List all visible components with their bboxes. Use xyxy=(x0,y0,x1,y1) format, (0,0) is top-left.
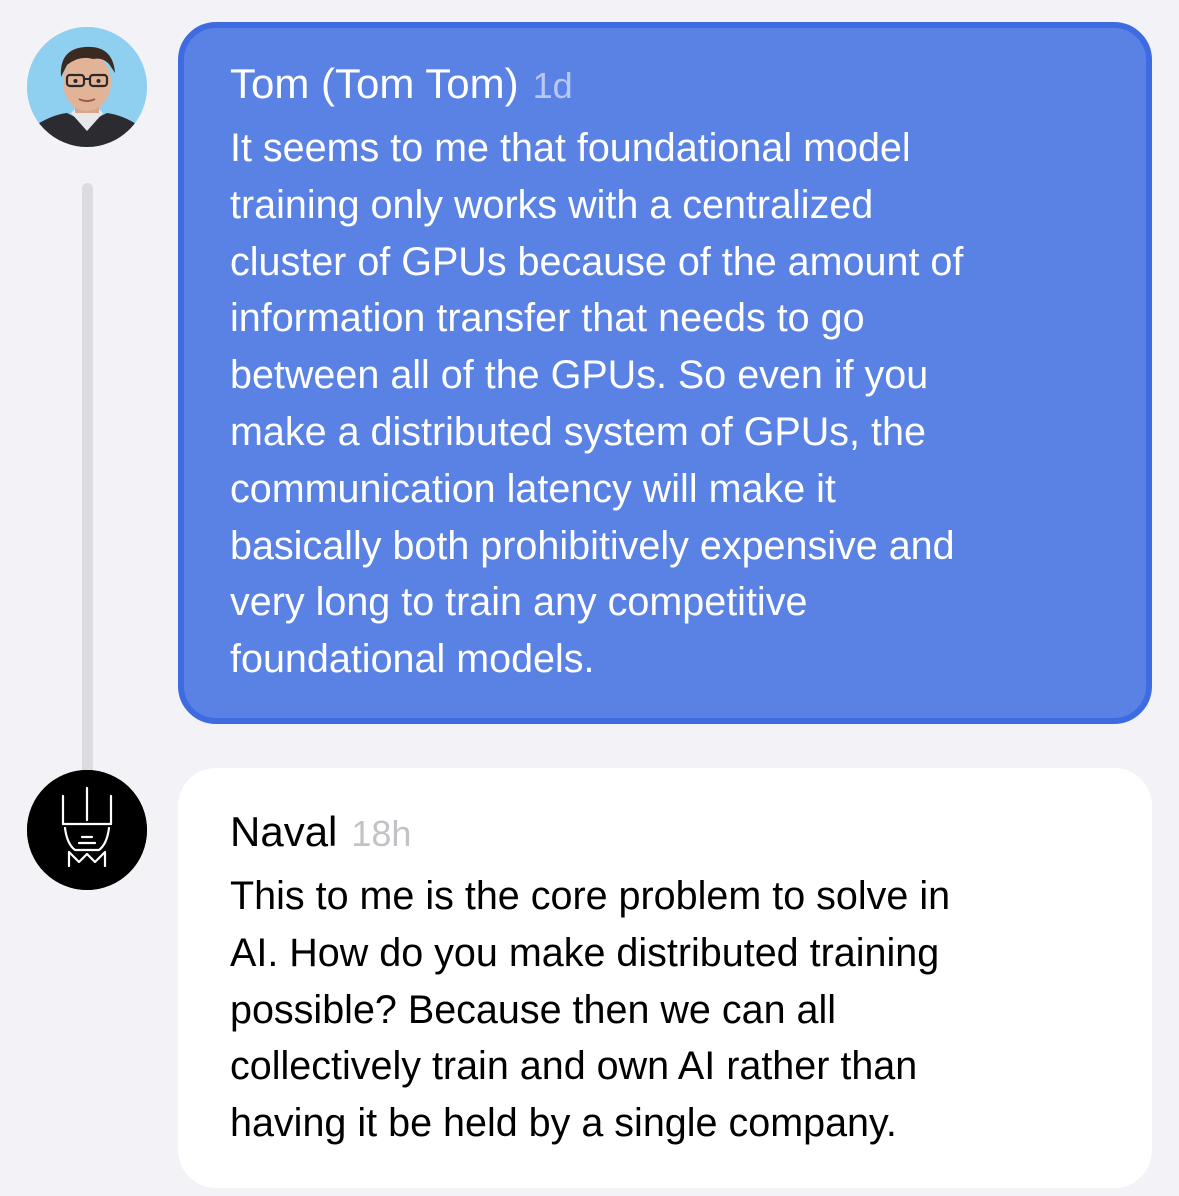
message-line: This to me is the core problem to solve … xyxy=(230,874,951,918)
message-line: make a distributed system of GPUs, the xyxy=(230,409,926,454)
message-line: It seems to me that foundational model xyxy=(230,126,911,170)
message-text: It seems to me that foundational model t… xyxy=(230,120,1106,688)
message-line: very long to train any competitive xyxy=(230,580,808,625)
message-bubble-tom[interactable]: Tom (Tom Tom) 1d It seems to me that fou… xyxy=(178,22,1152,724)
message-line: communication latency will make it xyxy=(230,466,836,511)
timestamp: 18h xyxy=(351,813,412,854)
author-name[interactable]: Naval xyxy=(230,808,337,856)
author-name[interactable]: Tom (Tom Tom) xyxy=(230,60,519,108)
naval-logo-icon xyxy=(27,770,147,890)
message-line: cluster of GPUs because of the amount of xyxy=(230,239,964,284)
message-header: Naval 18h xyxy=(230,808,1112,868)
thread-connector-line xyxy=(82,183,93,776)
timestamp: 1d xyxy=(532,65,573,106)
message-bubble-naval[interactable]: Naval 18h This to me is the core problem… xyxy=(178,768,1152,1188)
message-line: AI. How do you make distributed training xyxy=(230,930,940,975)
message-line: basically both prohibitively expensive a… xyxy=(230,523,955,568)
message-line: between all of the GPUs. So even if you xyxy=(230,353,929,398)
naval-avatar[interactable] xyxy=(27,770,147,890)
message-line: training only works with a centralized xyxy=(230,182,874,227)
message-line: information transfer that needs to go xyxy=(230,296,865,341)
message-line: possible? Because then we can all xyxy=(230,987,837,1032)
message-header: Tom (Tom Tom) 1d xyxy=(230,60,1106,120)
message-text: This to me is the core problem to solve … xyxy=(230,868,1112,1152)
message-line: foundational models. xyxy=(230,637,595,682)
tom-avatar[interactable] xyxy=(27,27,147,147)
message-line: having it be held by a single company. xyxy=(230,1101,897,1146)
message-line: collectively train and own AI rather tha… xyxy=(230,1044,918,1089)
tom-avatar-icon xyxy=(27,27,147,147)
